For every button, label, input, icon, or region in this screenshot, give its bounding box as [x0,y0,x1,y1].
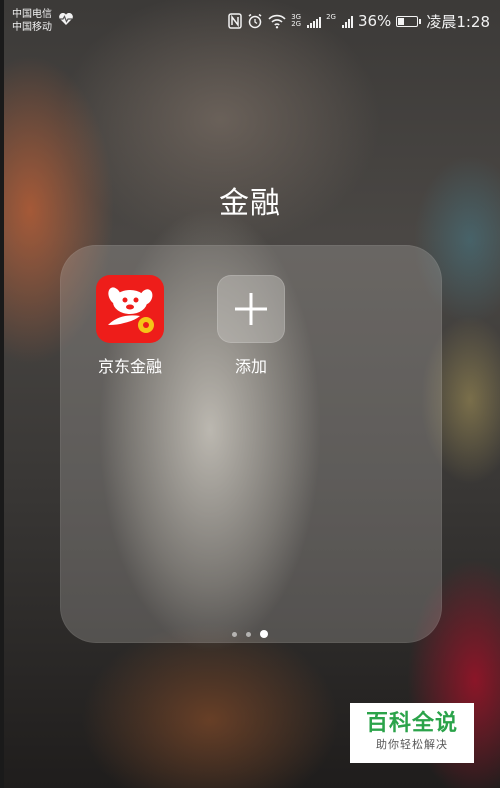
network-type-1: 3G 2G [291,14,301,28]
page-dot-3-active[interactable] [260,630,268,638]
battery-fill [398,17,405,25]
watermark-logo: 百科全说 助你轻松解决 [350,703,474,763]
app-add[interactable]: 添加 [196,275,306,377]
page-indicator [0,630,500,638]
watermark-subtitle: 助你轻松解决 [376,738,448,751]
watermark-title: 百科全说 [365,711,458,736]
battery-icon [396,15,422,27]
jd-dog-logo [108,287,154,333]
nfc-icon [228,13,242,29]
heart-monitor-icon [59,12,73,25]
network-type-1-bottom: 2G [291,20,302,28]
app-label-add: 添加 [234,357,267,376]
battery-percent: 36% [357,12,392,30]
signal-strength-1-icon [307,14,322,28]
wifi-icon [268,14,286,29]
folder-title[interactable]: 金融 [0,178,500,222]
screen-edge [0,0,4,788]
carrier-1: 中国电信 [12,9,52,20]
clock: 凌晨1:28 [426,12,490,31]
status-bar: 中国电信 中国移动 3G 2G 2G 36% 凌晨1:28 [0,0,500,40]
signal-strength-2-icon [341,14,353,28]
status-icons: 3G 2G 2G 36% 凌晨1:28 [228,10,490,32]
network-type-2: 2G [326,14,336,28]
page-dot-2[interactable] [246,631,251,637]
jd-finance-icon[interactable] [96,275,164,343]
folder-panel: 京东金融 添加 [60,245,442,643]
app-jd-finance[interactable]: 京东金融 [75,275,185,377]
app-label-jd-finance: 京东金融 [97,357,162,376]
plus-icon [235,293,267,325]
page-dot-1[interactable] [232,631,237,637]
alarm-icon [248,13,262,29]
carrier-2: 中国移动 [12,22,52,33]
carrier-info: 中国电信 中国移动 [12,8,52,34]
add-app-button[interactable] [217,275,285,343]
